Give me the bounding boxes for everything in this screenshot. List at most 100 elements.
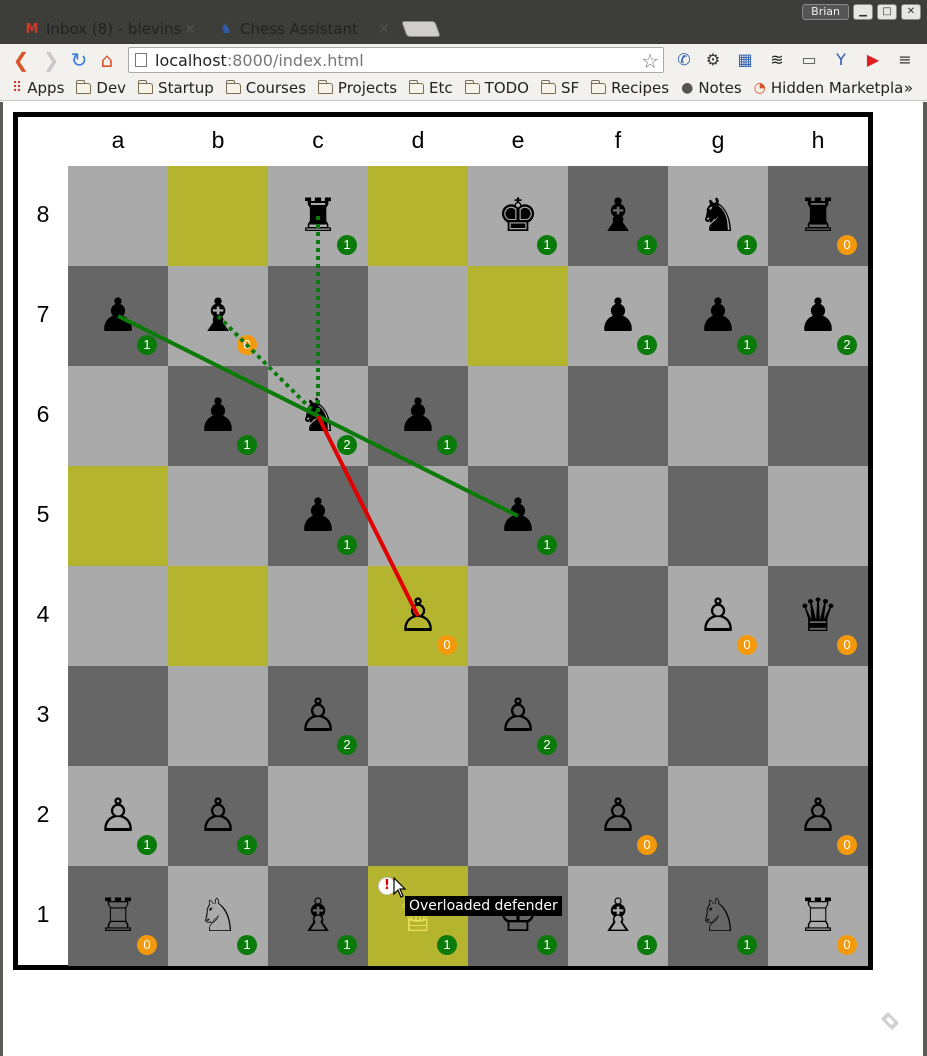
square-f4[interactable] [568, 566, 668, 666]
square-e4[interactable] [468, 566, 568, 666]
square-e2[interactable] [468, 766, 568, 866]
square-a7[interactable]: ♟ 1 [68, 266, 168, 366]
square-e1[interactable]: ♔1 [468, 866, 568, 966]
forward-icon[interactable]: ❯ [40, 49, 62, 71]
tab-chess-assistant[interactable]: ♞ Chess Assistant × [202, 14, 402, 44]
square-a1[interactable]: ♖ 0 [68, 866, 168, 966]
square-f6[interactable] [568, 366, 668, 466]
bookmark-courses[interactable]: Courses [225, 79, 306, 97]
square-b6[interactable]: ♟ 1 [168, 366, 268, 466]
maximize-icon[interactable]: □ [877, 4, 897, 20]
new-tab-button[interactable] [404, 21, 438, 37]
square-h3[interactable] [768, 666, 868, 766]
square-g4[interactable]: ♙ 0 [668, 566, 768, 666]
square-h1[interactable]: ♖ 0 [768, 866, 868, 966]
square-e8[interactable]: ♚ 1 [468, 166, 568, 266]
bookmark-notes[interactable]: ● Notes [681, 79, 742, 97]
square-g7[interactable]: ♟ 1 [668, 266, 768, 366]
bookmark-hidden-marketpla[interactable]: ◔ Hidden Marketpla [754, 79, 904, 97]
bookmark-dev[interactable]: Dev [76, 79, 126, 97]
bookmark-star-icon[interactable]: ☆ [641, 49, 659, 73]
tab-inbox[interactable]: M Inbox (8) - blevinstei × [8, 14, 208, 44]
minimize-icon[interactable]: ▁ [853, 4, 873, 20]
square-b3[interactable] [168, 666, 268, 766]
square-e5[interactable]: ♟ 1 [468, 466, 568, 566]
bookmark-startup[interactable]: Startup [138, 79, 214, 97]
square-e6[interactable] [468, 366, 568, 466]
square-h4[interactable]: ♛ 0 [768, 566, 868, 666]
square-a6[interactable] [68, 366, 168, 466]
bookmark-sf[interactable]: SF [540, 79, 579, 97]
extension-gear-icon[interactable]: ⚙ [702, 50, 724, 72]
square-h2[interactable]: ♙ 0 [768, 766, 868, 866]
square-f8[interactable]: ♝ 1 [568, 166, 668, 266]
square-c7[interactable] [268, 266, 368, 366]
square-d8[interactable] [368, 166, 468, 266]
back-icon[interactable]: ❮ [10, 49, 32, 71]
square-g3[interactable] [668, 666, 768, 766]
extension-skype-icon[interactable]: ✆ [673, 50, 695, 72]
square-h8[interactable]: ♜ 0 [768, 166, 868, 266]
square-f1[interactable]: ♗ 1 [568, 866, 668, 966]
square-a4[interactable] [68, 566, 168, 666]
address-bar[interactable]: localhost:8000/index.html ☆ [128, 47, 664, 73]
close-tab-icon[interactable]: × [376, 21, 392, 37]
square-h7[interactable]: ♟ 2 [768, 266, 868, 366]
extension-y-icon[interactable]: Y [830, 50, 852, 72]
square-c3[interactable]: ♙ 2 [268, 666, 368, 766]
extension-video-icon[interactable]: ▶ [862, 50, 884, 72]
folder-icon [591, 79, 607, 94]
square-f5[interactable] [568, 466, 668, 566]
square-c4[interactable] [268, 566, 368, 666]
bookmarks-overflow-button[interactable]: » [904, 79, 913, 97]
square-c8[interactable]: ♜ 1 [268, 166, 368, 266]
square-g6[interactable] [668, 366, 768, 466]
bookmark-etc[interactable]: Etc [409, 79, 453, 97]
extension-calendar-icon[interactable]: ▦ [734, 50, 756, 72]
square-a2[interactable]: ♙ 1 [68, 766, 168, 866]
bookmark-todo[interactable]: TODO [464, 79, 529, 97]
square-d5[interactable] [368, 466, 468, 566]
square-b2[interactable]: ♙ 1 [168, 766, 268, 866]
square-h5[interactable] [768, 466, 868, 566]
square-b4[interactable] [168, 566, 268, 666]
square-a8[interactable] [68, 166, 168, 266]
menu-icon[interactable]: ≡ [894, 50, 916, 72]
square-c2[interactable] [268, 766, 368, 866]
cast-icon[interactable]: ▭ [798, 50, 820, 72]
square-d7[interactable] [368, 266, 468, 366]
square-g1[interactable]: ♘ 1 [668, 866, 768, 966]
square-f7[interactable]: ♟ 1 [568, 266, 668, 366]
close-tab-icon[interactable]: × [182, 21, 198, 37]
square-f2[interactable]: ♙ 0 [568, 766, 668, 866]
square-b7[interactable]: ♝ 0 [168, 266, 268, 366]
square-g2[interactable] [668, 766, 768, 866]
square-b1[interactable]: ♘ 1 [168, 866, 268, 966]
square-d3[interactable] [368, 666, 468, 766]
home-icon[interactable]: ⌂ [96, 49, 118, 71]
extension-layers-icon[interactable]: ≋ [766, 50, 788, 72]
bookmark-recipes[interactable]: Recipes [591, 79, 669, 97]
square-f3[interactable] [568, 666, 668, 766]
close-window-icon[interactable]: ✕ [901, 4, 921, 20]
square-e7[interactable] [468, 266, 568, 366]
square-e3[interactable]: ♙ 2 [468, 666, 568, 766]
reload-icon[interactable]: ↻ [68, 49, 90, 71]
square-h6[interactable] [768, 366, 868, 466]
square-g8[interactable]: ♞ 1 [668, 166, 768, 266]
square-d6[interactable]: ♟ 1 [368, 366, 468, 466]
square-a5[interactable] [68, 466, 168, 566]
square-d4[interactable]: ♙ 0 [368, 566, 468, 666]
profile-button[interactable]: Brian [802, 4, 849, 20]
square-b8[interactable] [168, 166, 268, 266]
square-c5[interactable]: ♟ 1 [268, 466, 368, 566]
square-c1[interactable]: ♗ 1 [268, 866, 368, 966]
square-b5[interactable] [168, 466, 268, 566]
square-a3[interactable] [68, 666, 168, 766]
bookmark-apps[interactable]: ⠿ Apps [12, 79, 64, 97]
square-g5[interactable] [668, 466, 768, 566]
feedback-icon[interactable] [877, 1008, 903, 1034]
square-c6[interactable]: ♞ 2 [268, 366, 368, 466]
bookmark-projects[interactable]: Projects [317, 79, 397, 97]
square-d2[interactable] [368, 766, 468, 866]
